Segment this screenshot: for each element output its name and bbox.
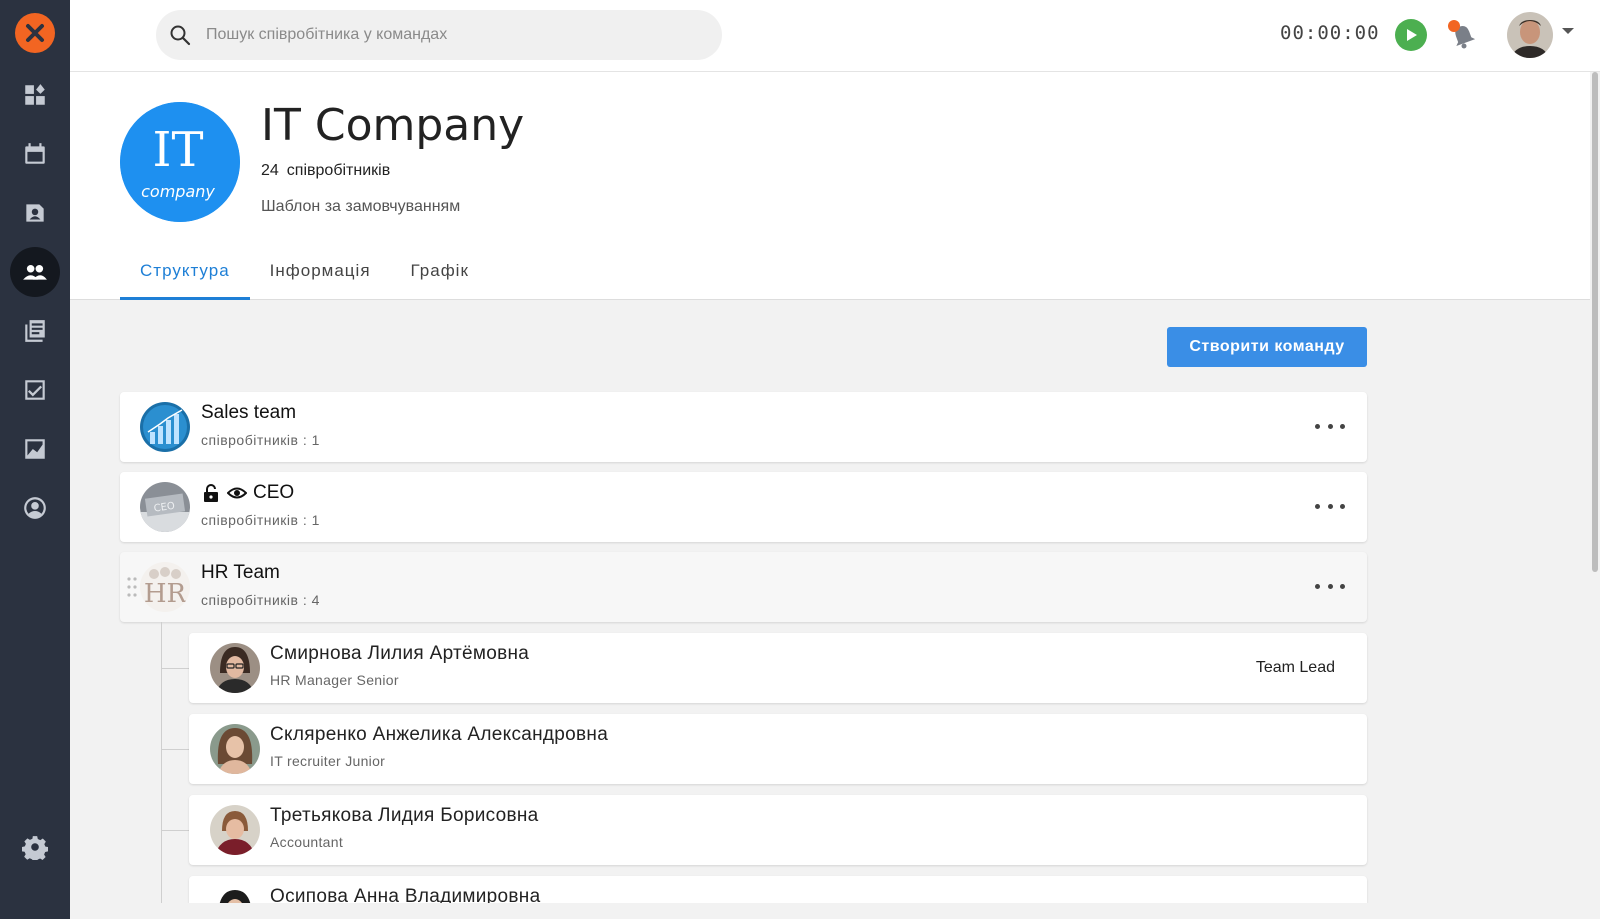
tree-branch [161,668,189,669]
company-header: IT company IT Company 24 співробітників Ш… [70,72,1590,300]
top-bar: 00:00:00 [70,0,1600,72]
team-lead-badge: Team Lead [1255,659,1335,676]
avatar [210,805,260,855]
search-icon [170,25,191,46]
eye-icon [227,487,247,499]
page-title: IT Company [261,100,525,151]
scrollbar-thumb[interactable] [1592,72,1598,572]
dashboard-icon[interactable] [10,70,60,120]
company-logo: IT company [120,102,240,222]
member-name: Смирнова Лилия Артёмовна [270,643,530,664]
calendar-icon[interactable] [10,129,60,179]
logo-icon[interactable] [15,13,55,53]
contacts-icon[interactable] [10,188,60,238]
member-card[interactable]: Смирнова Лилия Артёмовна HR Manager Seni… [189,633,1367,703]
teams-icon[interactable] [10,247,60,297]
tab-information[interactable]: Інформація [250,248,391,300]
team-card-ceo[interactable]: CEO CEO співробітників : 1 [120,472,1367,542]
lock-icon [204,484,218,502]
team-avatar: HR [140,562,190,612]
member-role: IT recruiter Junior [270,753,386,769]
tab-bar: Структура Інформація Графік [120,248,489,300]
member-role: HR Manager Senior [270,672,399,688]
analytics-icon[interactable] [10,424,60,474]
member-name: Скляренко Анжелика Александровна [270,724,609,745]
tree-branch [161,749,189,750]
avatar [210,724,260,774]
team-avatar-text: HR [144,579,188,609]
play-icon[interactable] [1395,19,1427,51]
team-name: CEO [253,482,295,503]
team-employee-count: співробітників : 4 [201,592,320,608]
chevron-down-icon[interactable] [1562,28,1574,34]
logo-text-bottom: company [141,182,215,201]
profile-icon[interactable] [10,483,60,533]
tab-schedule[interactable]: Графік [391,248,489,300]
member-card[interactable]: Осипова Анна Владимировна [189,876,1367,903]
more-icon[interactable] [1315,416,1345,436]
template-label: Шаблон за замовчуванням [261,198,461,215]
timer-display: 00:00:00 [1280,22,1380,44]
search-bar [156,10,722,60]
member-role: Accountant [270,834,344,850]
tasks-icon[interactable] [10,365,60,415]
team-name: HR Team [201,562,280,583]
notification-dot [1448,20,1460,32]
scrollbar[interactable] [1590,72,1600,919]
member-name: Третьякова Лидия Борисовна [270,805,539,826]
avatar [210,886,260,903]
member-name: Осипова Анна Владимировна [270,886,541,903]
logo-text-top: IT [153,122,204,178]
employee-count-label: співробітників [286,162,391,179]
employee-count: 24 співробітників [261,162,398,180]
avatar [210,643,260,693]
sidebar [0,0,70,919]
more-icon[interactable] [1315,576,1345,596]
team-avatar: CEO [140,482,190,532]
documents-icon[interactable] [10,306,60,356]
settings-icon[interactable] [10,822,60,872]
employee-count-value: 24 [261,162,279,179]
team-card-sales[interactable]: Sales team співробітників : 1 [120,392,1367,462]
team-employee-count: співробітників : 1 [201,512,320,528]
user-avatar[interactable] [1507,12,1553,58]
more-icon[interactable] [1315,496,1345,516]
tab-structure[interactable]: Структура [120,248,250,300]
bottom-band [70,903,1590,919]
team-employee-count: співробітників : 1 [201,432,320,448]
team-card-hr[interactable]: HR HR Team співробітників : 4 [120,552,1367,622]
member-card[interactable]: Третьякова Лидия Борисовна Accountant [189,795,1367,865]
tree-connector [161,622,162,919]
team-name-row: CEO [201,482,294,504]
team-avatar [140,402,190,452]
drag-handle-icon[interactable] [126,576,138,598]
create-team-button[interactable]: Створити команду [1167,327,1367,367]
search-input[interactable] [206,26,686,44]
tree-branch [161,830,189,831]
team-name: Sales team [201,402,297,423]
member-card[interactable]: Скляренко Анжелика Александровна IT recr… [189,714,1367,784]
